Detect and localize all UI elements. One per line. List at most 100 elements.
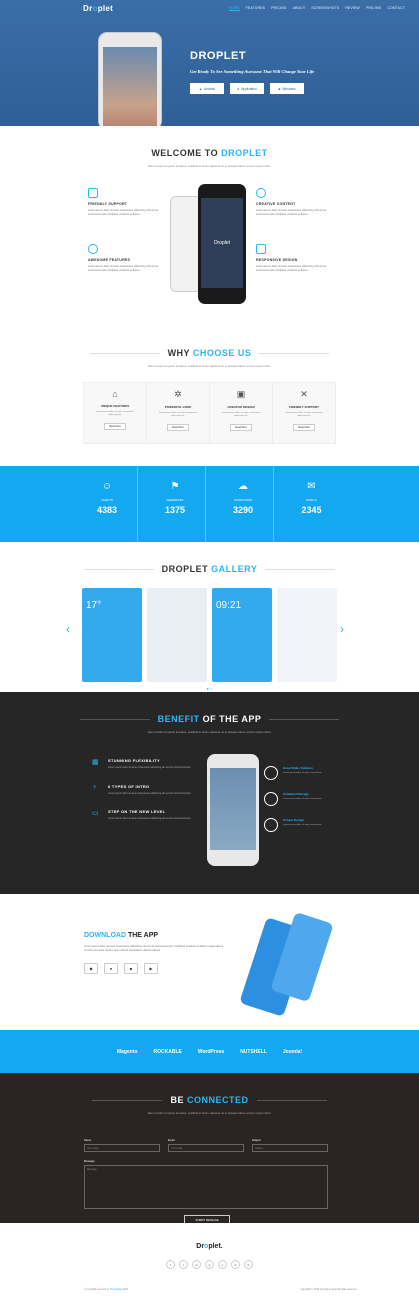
welcome-title: WELCOME TO DROPLET: [0, 148, 419, 158]
feature-awesome-features: AWESOME FEATURES Lorem ipsum dolor sit a…: [88, 244, 160, 273]
benefit-item: ▦ STUNNING FLEXIBILITY Lorem ipsum dolor s…: [92, 758, 212, 770]
gallery-screenshot[interactable]: 17°: [82, 588, 142, 682]
windows-icon[interactable]: ■: [124, 963, 138, 975]
divider: [265, 568, 336, 570]
hero-title: DROPLET: [190, 50, 247, 62]
circle-icon: [264, 792, 278, 806]
twitter-icon[interactable]: t: [179, 1260, 188, 1269]
smile-icon: ☺: [101, 481, 113, 492]
stats-section: ☺ CLIENTS 4383 ⚑ FEEDBACKS 1375 ☁ DOWNLOADS 32…: [0, 466, 419, 542]
subject-field-group: Subject Subject: [252, 1137, 328, 1152]
nav-contact[interactable]: CONTACT: [387, 6, 405, 11]
why-section: WHY CHOOSE US Nam et dolor et ipsum ince…: [0, 326, 419, 466]
gallery-screenshot[interactable]: [147, 588, 207, 682]
gallery-screenshot[interactable]: [277, 588, 337, 682]
why-item-title: FRIENDLY SUPPORT: [288, 405, 319, 409]
benefit-phone-image: [207, 754, 259, 866]
pinterest-icon[interactable]: p: [218, 1260, 227, 1269]
nav-screenshots[interactable]: SCREENSHOTS: [311, 6, 339, 11]
gallery-carousel: 17° 09:21: [82, 588, 419, 682]
android-icon[interactable]: ◆: [84, 963, 98, 975]
benefit-title-b: OF THE APP: [202, 714, 262, 724]
image-icon: ▣: [236, 389, 246, 399]
why-item-text: Lorem ipsum dolor sit amet consectetur a…: [158, 412, 198, 418]
gallery-title-a: DROPLET: [161, 564, 209, 574]
benefit-item-text: Lorem ipsum dolor sit amet consectetur a…: [108, 766, 192, 769]
footer-logo[interactable]: Droplet.: [0, 1243, 419, 1250]
partner-logo-rockable[interactable]: ROCKABLE: [154, 1049, 182, 1055]
name-input[interactable]: Your name: [84, 1144, 160, 1152]
partner-logo-nutshell[interactable]: NUTSHELL: [240, 1049, 267, 1055]
nav-review[interactable]: REVIEW: [345, 6, 360, 11]
read-more-button[interactable]: Read More: [167, 423, 189, 431]
apple-icon[interactable]: ●: [104, 963, 118, 975]
subject-label: Subject: [252, 1139, 261, 1142]
gallery-title: DROPLET GALLERY: [162, 564, 258, 574]
subject-input[interactable]: Subject: [252, 1144, 328, 1152]
circle-icon: [264, 766, 278, 780]
nav-pricing-2[interactable]: PRICING: [366, 6, 382, 11]
feature-text: Lorem ipsum dolor sit amet consectetur a…: [256, 265, 327, 273]
circle-icon: [264, 818, 278, 832]
why-item-text: Lorem ipsum dolor sit amet consectetur a…: [221, 412, 261, 418]
benefit-item-title: STUNNING FLEXIBILITY: [108, 758, 160, 763]
download-phones-image: [236, 911, 334, 1024]
nav-pricing[interactable]: PRICING: [271, 6, 287, 11]
dribbble-icon[interactable]: d: [231, 1260, 240, 1269]
nav-home[interactable]: HOME: [228, 6, 240, 11]
message-textarea[interactable]: Message: [84, 1165, 328, 1209]
read-more-button[interactable]: Read More: [293, 423, 315, 431]
google-icon[interactable]: g: [205, 1260, 214, 1269]
logo[interactable]: Droplet: [83, 4, 113, 13]
carousel-dots[interactable]: ● ○: [0, 686, 419, 691]
read-more-button[interactable]: Read More: [230, 423, 252, 431]
hero-phone-image: [98, 32, 162, 126]
chat-icon: [88, 188, 98, 198]
name-field-group: Name Your name: [84, 1137, 160, 1152]
read-more-button[interactable]: Read More: [104, 422, 126, 430]
play-icon[interactable]: ▶: [144, 963, 158, 975]
android-icon: ▲: [198, 86, 203, 91]
nav-about[interactable]: ABOUT: [293, 6, 306, 11]
application-button[interactable]: ● Application: [230, 83, 264, 95]
divider: [79, 718, 150, 720]
chevron-left-icon[interactable]: ‹: [66, 622, 70, 636]
feature-title: CREATIVE CONTENT: [256, 202, 296, 206]
contact-section: BE CONNECTED Nam et dolor et ipsum incep…: [0, 1073, 419, 1225]
nav-features[interactable]: FEATURES: [246, 6, 265, 11]
stat-value: 4383: [96, 505, 118, 515]
facebook-icon[interactable]: f: [166, 1260, 175, 1269]
partner-logo-magento[interactable]: Magento: [117, 1049, 138, 1055]
android-button[interactable]: ▲ Android: [190, 83, 224, 95]
feature-friendly-support: FRIENDLY SUPPORT Lorem ipsum dolor sit a…: [88, 188, 160, 217]
contact-title-wrap: BE CONNECTED: [0, 1095, 419, 1105]
welcome-section: WELCOME TO DROPLET Nam et dolor et ipsum…: [0, 126, 419, 326]
why-item-text: Lorem ipsum dolor sit amet consectetur a…: [95, 411, 135, 417]
divider: [259, 352, 330, 354]
email-input[interactable]: Your email: [168, 1144, 244, 1152]
partner-logo-joomla[interactable]: Joomla!: [283, 1049, 302, 1055]
phone-screen-label: Droplet: [201, 198, 243, 288]
benefit-title: BENEFIT OF THE APP: [158, 714, 262, 724]
welcome-sub: Nam et dolor et ipsum inceptos, vestibul…: [147, 164, 272, 168]
gallery-screenshot[interactable]: 09:21: [212, 588, 272, 682]
stat-value: 1375: [164, 505, 186, 515]
contact-title: BE CONNECTED: [170, 1095, 248, 1105]
benefit-item: ♀ 6 TYPES OF INTRO Lorem ipsum dolor sit a…: [92, 784, 212, 796]
why-sub: Nam et dolor et ipsum inceptos, vestibul…: [147, 364, 272, 368]
download-text: Lorem ipsum dolor sit amet consectetur a…: [84, 945, 224, 953]
footer-logo-text: Dr: [196, 1243, 205, 1250]
chevron-right-icon[interactable]: ›: [340, 622, 344, 636]
partner-logo-wordpress[interactable]: WordPress: [198, 1049, 224, 1055]
hero-subtitle: Get Ready To See Something Awesome That …: [190, 69, 315, 74]
linkedin-icon[interactable]: in: [192, 1260, 201, 1269]
stat-feedbacks: ⚑ FEEDBACKS 1375: [146, 466, 206, 542]
footer-left-link[interactable]: The Droplet: [109, 1288, 122, 1291]
divider: [89, 352, 160, 354]
bulb-icon: [256, 188, 266, 198]
behance-icon[interactable]: b: [244, 1260, 253, 1269]
stat-emails: ✉ EMAILS 2345: [282, 466, 342, 542]
benefit-section: BENEFIT OF THE APP Nam et dolor et ipsum…: [0, 692, 419, 894]
windows-button[interactable]: ■ Windows: [270, 83, 304, 95]
benefit-right-text: Lorem ipsum dolor sit amet consectetur.: [283, 772, 322, 774]
